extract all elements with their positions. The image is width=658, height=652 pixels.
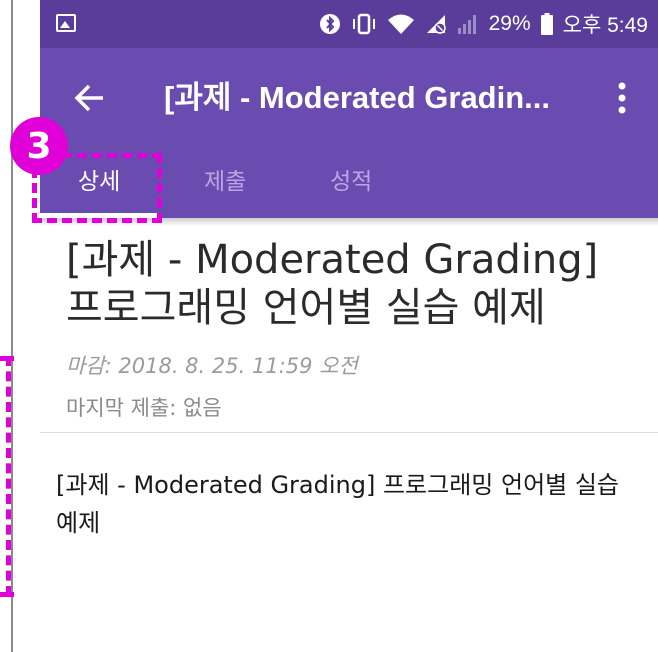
no-data-icon (425, 13, 447, 35)
step-badge: 3 (10, 117, 68, 175)
due-date: 마감: 2018. 8. 25. 11:59 오전 (66, 354, 358, 378)
phone-screen: 29% 오후 5:49 [과제 - Moderated Gradin... 상세… (10, 0, 658, 652)
assignment-title: [과제 - Moderated Grading] 프로그래밍 언어별 실습 예제 (66, 237, 599, 331)
bluetooth-icon (319, 13, 341, 35)
back-arrow-icon[interactable] (70, 78, 110, 118)
adjacent-screen-edge (0, 0, 40, 652)
adjacent-highlight-box (0, 356, 11, 596)
clock: 오후 5:49 (562, 14, 648, 37)
battery-percent: 29% (488, 12, 531, 35)
adjacent-highlight-top (0, 356, 14, 361)
signal-icon (457, 13, 479, 35)
app-toolbar: [과제 - Moderated Gradin... (40, 48, 658, 148)
tab-submission[interactable]: 제출 (204, 162, 246, 196)
section-divider (40, 432, 658, 433)
page-title: [과제 - Moderated Gradin... (164, 80, 551, 115)
battery-icon (540, 13, 553, 35)
overflow-menu-icon[interactable] (612, 78, 632, 118)
assignment-description: [과제 - Moderated Grading] 프로그래밍 언어별 실습 예제 (56, 471, 620, 537)
adjacent-highlight-bottom (0, 592, 14, 597)
last-submission: 마지막 제출: 없음 (66, 396, 222, 420)
tab-grades[interactable]: 성적 (330, 162, 372, 196)
tab-bar: 상세 제출 성적 (40, 148, 658, 218)
status-icons: 29% 오후 5:49 (319, 10, 648, 38)
toolbar-shadow (40, 218, 658, 226)
image-icon (56, 14, 76, 32)
edge-divider (11, 0, 13, 652)
wifi-icon (387, 13, 415, 35)
tab-details[interactable]: 상세 (78, 162, 120, 196)
vibrate-icon (351, 13, 377, 35)
status-bar: 29% 오후 5:49 (40, 0, 658, 48)
